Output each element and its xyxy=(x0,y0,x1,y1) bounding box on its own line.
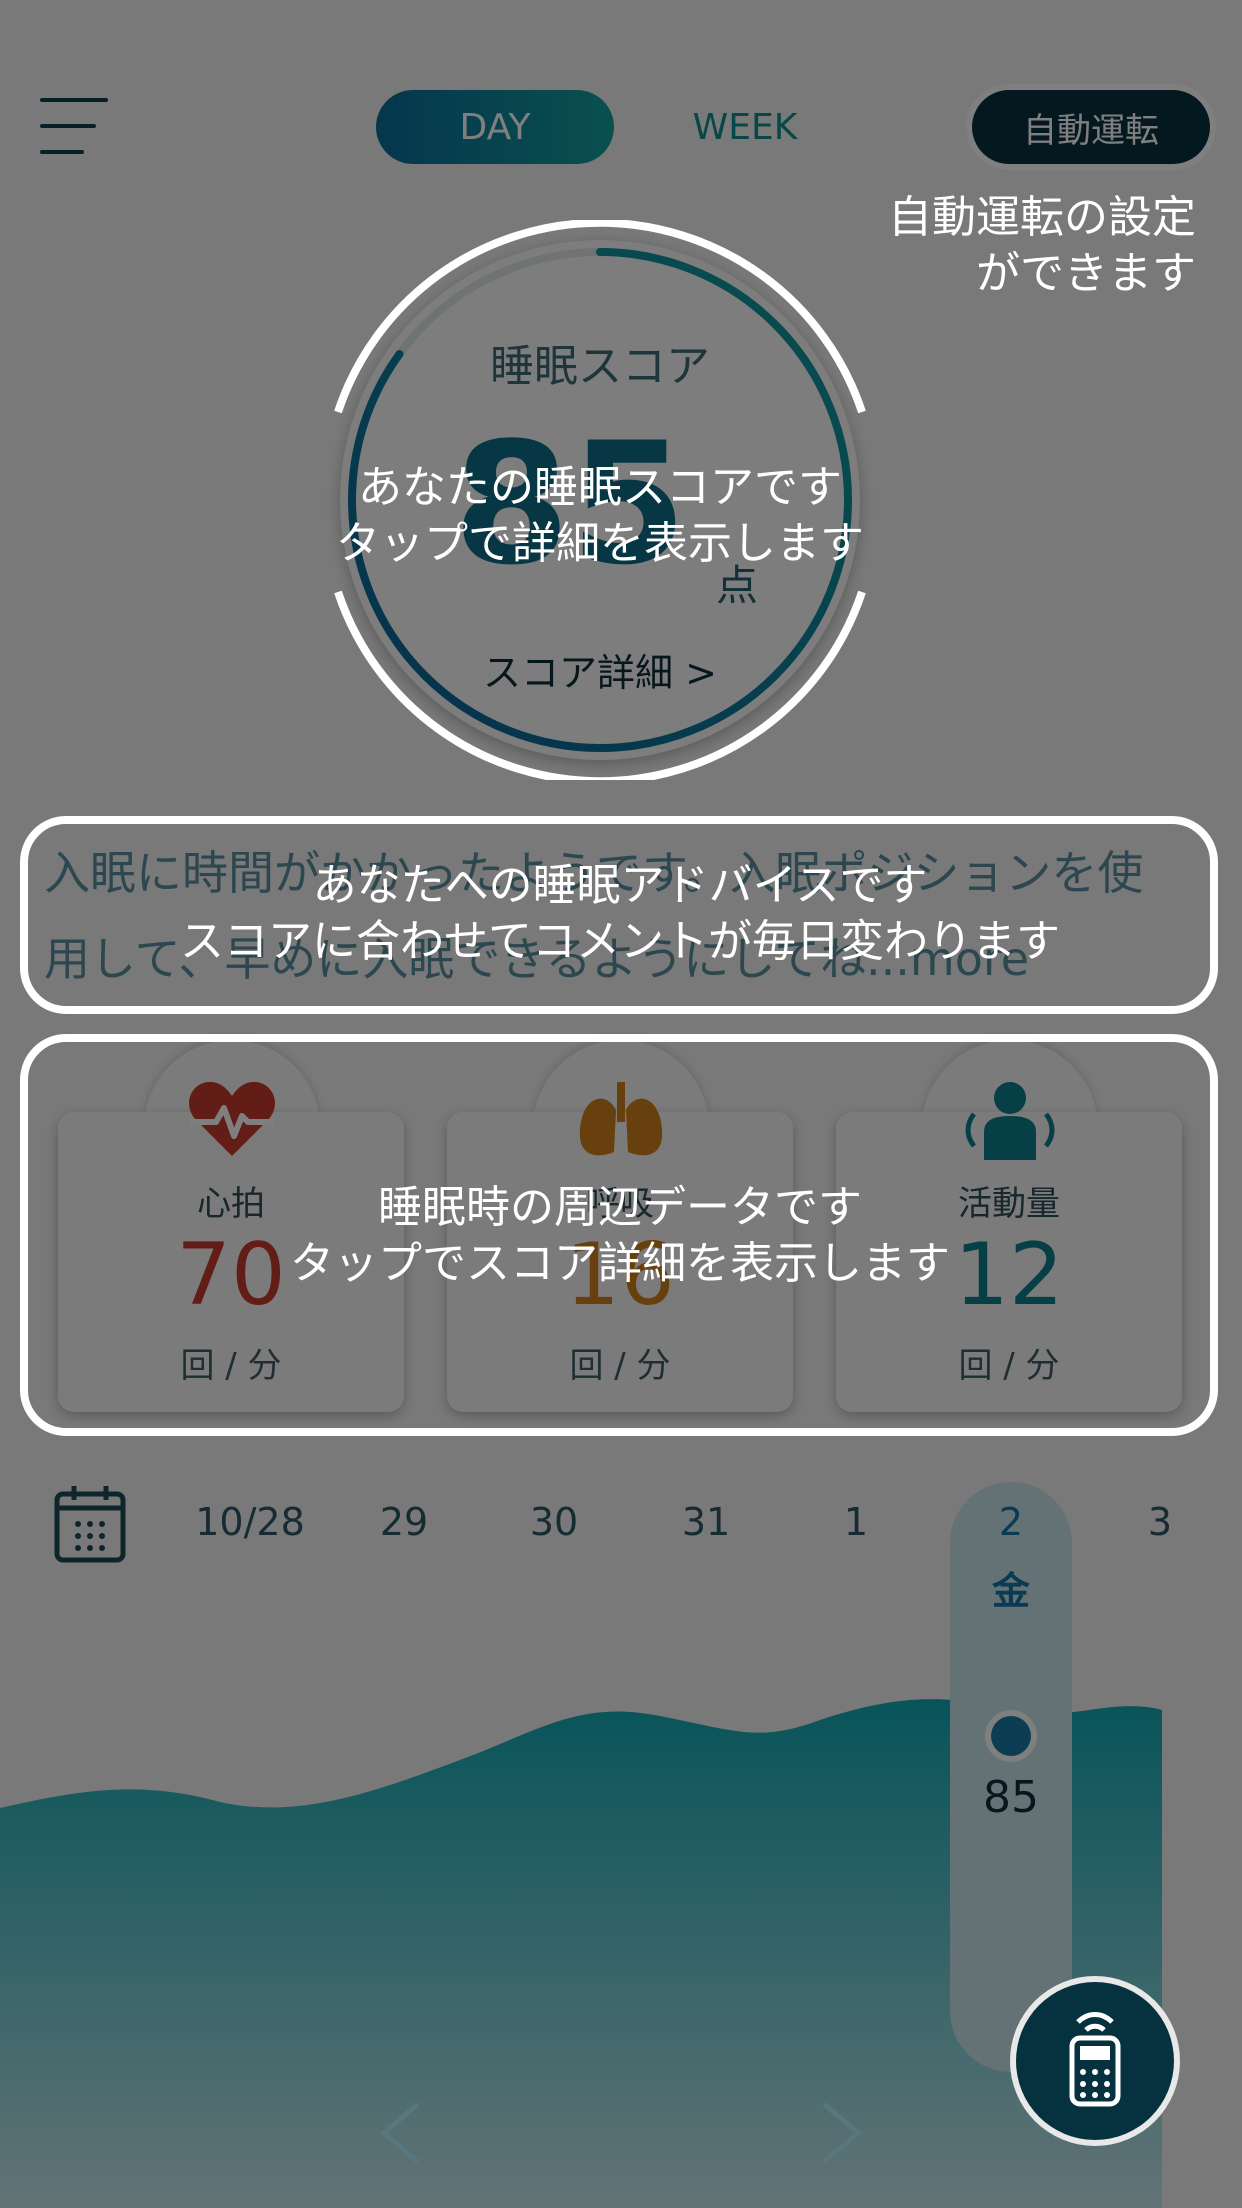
advice-tip: あなたへの睡眠アドバイスです スコアに合わせてコメントが毎日変わります xyxy=(180,860,1060,967)
remote-control-icon xyxy=(1069,2012,1121,2107)
data-tip: 睡眠時の周辺データです タップでスコア詳細を表示します xyxy=(290,1182,950,1289)
chevron-left-icon[interactable] xyxy=(370,2098,430,2168)
score-tip: あなたの睡眠スコアです タップで詳細を表示します xyxy=(336,462,864,569)
remote-button[interactable] xyxy=(1016,1982,1174,2140)
auto-mode-tip: 自動運転の設定 ができます xyxy=(888,192,1196,299)
chevron-right-icon[interactable] xyxy=(812,2098,872,2168)
